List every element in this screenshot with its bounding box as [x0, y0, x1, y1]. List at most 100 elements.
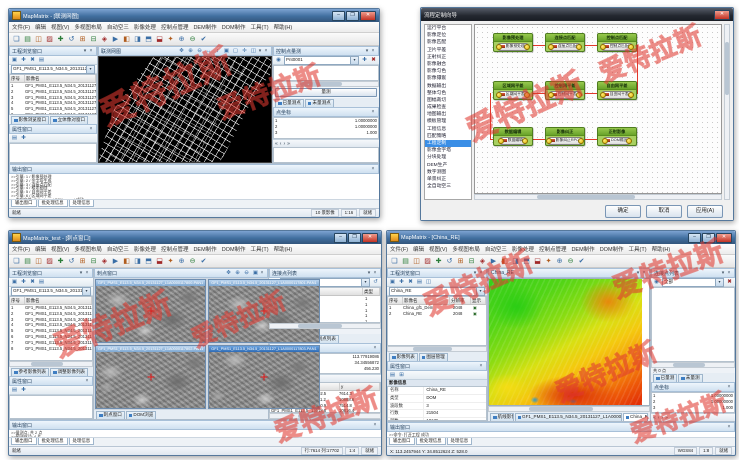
node-button[interactable]: 影像预处理: [498, 43, 527, 51]
toolbar-icon[interactable]: ◫: [34, 257, 43, 266]
tab[interactable]: 立体像对窗口: [50, 116, 88, 124]
panel-tool-icon[interactable]: ▤: [38, 57, 45, 64]
close-icon[interactable]: ×: [259, 270, 265, 277]
panel-tool-icon[interactable]: ✖: [29, 279, 36, 286]
flow-node-free-adjust[interactable]: 自由网平差 自由网平差: [597, 81, 637, 100]
tab[interactable]: 已量测: [653, 374, 677, 382]
list-item[interactable]: 模板管理: [425, 118, 471, 125]
h-scrollbar[interactable]: [651, 362, 735, 368]
chevron-down-icon[interactable]: ▾: [350, 57, 358, 64]
table-row[interactable]: 3 1.000: [274, 130, 378, 136]
menu-item[interactable]: 工具(T): [629, 245, 647, 253]
toolbar-icon[interactable]: ◧: [500, 257, 509, 266]
toolbar-icon[interactable]: ◈: [100, 35, 109, 44]
close-icon[interactable]: ×: [372, 422, 378, 429]
tab[interactable]: 参考影像列表: [11, 368, 49, 376]
toolbar-icon[interactable]: ▨: [45, 35, 54, 44]
view-tool-icon[interactable]: ⊕: [187, 48, 194, 55]
tab[interactable]: 批处理信息: [38, 438, 68, 445]
close-icon[interactable]: ×: [726, 384, 732, 391]
menu-item[interactable]: DEM制作: [193, 23, 216, 31]
layer-combo[interactable]: China_RE ▾: [389, 287, 485, 296]
toolbar-icon[interactable]: ⊟: [467, 257, 476, 266]
toolbar-icon[interactable]: ▨: [423, 257, 432, 266]
view-tool-icon[interactable]: ⊕: [234, 270, 241, 277]
h-scrollbar[interactable]: [269, 413, 381, 419]
path-combo[interactable]: GF1_PMS1_E113.5_N34.5_20131127_L1A00 ▾: [11, 65, 95, 74]
close-icon[interactable]: ×: [726, 270, 732, 277]
flow-node-gcp-match[interactable]: 控制点匹配 控制点匹配: [597, 33, 637, 52]
flow-node-preprocess[interactable]: 影像预处理 影像预处理: [493, 33, 533, 52]
panel-tool-icon[interactable]: ◫: [425, 279, 432, 286]
nav-arrow-icon[interactable]: ›: [661, 415, 663, 421]
close-icon[interactable]: ×: [372, 270, 378, 277]
panel-tool-icon[interactable]: ✖: [407, 279, 414, 286]
tab[interactable]: 已量测点: [275, 99, 304, 107]
tab[interactable]: 图层管理: [419, 353, 448, 361]
tab[interactable]: 未量测: [678, 374, 702, 382]
toolbar-icon[interactable]: ⊖: [188, 257, 197, 266]
list-item[interactable]: 整体匀色: [425, 90, 471, 97]
node-button[interactable]: 连接点匹配: [550, 43, 579, 51]
chevron-down-icon[interactable]: ▾: [476, 288, 484, 295]
view-tool-icon[interactable]: ◫: [250, 48, 257, 55]
refresh-icon[interactable]: ↺: [372, 279, 379, 286]
nav-arrow-icon[interactable]: »: [287, 141, 290, 147]
visibility-checkbox[interactable]: ▣: [472, 311, 486, 317]
list-item[interactable]: 影像定位: [425, 32, 471, 39]
maximize-button[interactable]: ❐: [702, 233, 715, 243]
close-icon[interactable]: ×: [370, 48, 376, 55]
property-row[interactable]: 类型 DOM: [388, 395, 486, 403]
view-tool-icon[interactable]: ✥: [178, 48, 185, 55]
menu-item[interactable]: DOM制作: [600, 245, 624, 253]
menu-item[interactable]: 文件(F): [12, 245, 30, 253]
toolbar-icon[interactable]: ⊞: [456, 257, 465, 266]
toolbar-icon[interactable]: ⊞: [78, 35, 87, 44]
menu-item[interactable]: 帮助(H): [274, 23, 293, 31]
toolbar-icon[interactable]: ⬓: [155, 35, 164, 44]
menu-item[interactable]: 自动空三: [485, 245, 507, 253]
toolbar-icon[interactable]: ⬓: [155, 257, 164, 266]
list-item[interactable]: 影像匀色: [425, 68, 471, 75]
toolbar-icon[interactable]: ⊟: [89, 257, 98, 266]
flow-node-rectify[interactable]: 影像纠正 影像纠正RPC: [545, 127, 585, 146]
toolbar-icon[interactable]: ⬒: [144, 257, 153, 266]
chevron-down-icon[interactable]: ▾: [361, 279, 369, 286]
point-icon[interactable]: ◉: [653, 279, 660, 286]
titlebar[interactable]: MapMatrix - [China_RE] – ❐ ✕: [387, 231, 735, 244]
chevron-down-icon[interactable]: ▾: [82, 288, 90, 295]
menu-item[interactable]: DOM制作: [222, 245, 246, 253]
network-canvas[interactable]: [98, 56, 272, 163]
tab[interactable]: 输出窗口: [11, 200, 37, 207]
toolbar-icon[interactable]: ⬒: [522, 257, 531, 266]
delete-icon[interactable]: ✖: [726, 279, 733, 286]
image-pane[interactable]: GF1_PMS1_E113.5_N34.5_20131127_L1A000011…: [208, 279, 319, 343]
view-tool-icon[interactable]: ↕: [214, 48, 221, 55]
path-combo[interactable]: GF1_PMS1_E113.5_N34.5_20131127_L1A00 ▾: [11, 287, 91, 296]
toolbar-icon[interactable]: ✚: [434, 257, 443, 266]
panel-tool-icon[interactable]: ▣: [11, 57, 18, 64]
node-button[interactable]: 控制网平差: [550, 91, 579, 99]
titlebar[interactable]: MapMatrix - [联测网图] – ❐ ✕: [9, 9, 379, 22]
menu-item[interactable]: 多视图布局: [74, 245, 102, 253]
list-item[interactable]: 工程定制: [425, 140, 471, 147]
panel-tool-icon[interactable]: ▤: [11, 135, 18, 142]
toolbar-icon[interactable]: ✔: [577, 257, 586, 266]
menu-item[interactable]: DOM制作: [222, 23, 246, 31]
add-point-icon[interactable]: ✚: [361, 57, 368, 64]
tab[interactable]: 输出窗口: [389, 438, 415, 445]
close-button[interactable]: ✕: [362, 233, 378, 243]
table-row[interactable]: 3 1.000: [652, 405, 734, 411]
toolbar-icon[interactable]: ⊖: [566, 257, 575, 266]
close-icon[interactable]: ×: [88, 48, 94, 55]
nav-arrow-icon[interactable]: «: [653, 415, 656, 421]
toolbar-icon[interactable]: ◈: [478, 257, 487, 266]
tab[interactable]: 未量测点: [305, 99, 334, 107]
panel-tool-icon[interactable]: ✚: [398, 279, 405, 286]
toolbar-icon[interactable]: ✔: [199, 257, 208, 266]
toolbar-icon[interactable]: ⬒: [144, 35, 153, 44]
property-row[interactable]: 波段数 3: [388, 403, 486, 411]
menu-item[interactable]: 帮助(H): [274, 245, 293, 253]
list-item[interactable]: 工程信息: [425, 126, 471, 133]
image-pane[interactable]: GF1_PMS1_E113.5_N34.5_20131127_L1A000011…: [95, 345, 206, 409]
